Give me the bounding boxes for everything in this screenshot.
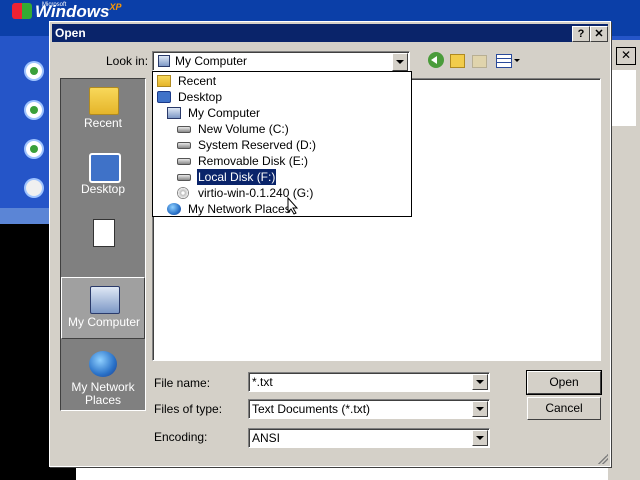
drive-icon (177, 142, 191, 149)
encoding-label: Encoding: (154, 430, 208, 444)
look-in-dropdown-arrow[interactable] (392, 53, 408, 71)
files-of-type-select[interactable]: Text Documents (*.txt) (248, 399, 490, 419)
background-window-area (76, 466, 608, 480)
open-button[interactable]: Open (526, 370, 602, 395)
file-name-label: File name: (154, 376, 211, 390)
setup-step-radio (26, 63, 42, 79)
dropdown-item-label: Recent (178, 74, 217, 88)
place-label: Recent (83, 116, 123, 130)
setup-step-radio (26, 141, 42, 157)
network-places-icon (89, 351, 117, 377)
place-label: Desktop (80, 182, 126, 196)
folder-icon (157, 75, 171, 87)
encoding-dropdown-arrow[interactable] (472, 430, 488, 446)
place-network[interactable]: My Network Places (61, 343, 145, 407)
help-button[interactable]: ? (572, 26, 590, 42)
files-of-type-label: Files of type: (154, 402, 223, 416)
my-computer-icon (90, 286, 120, 314)
dropdown-item-label: My Network Places (188, 202, 291, 216)
look-in-dropdown-list: Recent Desktop My Computer New Volume (C… (152, 71, 412, 217)
views-menu-icon[interactable] (496, 54, 512, 68)
places-bar: Recent Desktop My Computer My Network Pl… (60, 78, 146, 411)
dropdown-item-label: My Computer (188, 106, 261, 120)
desktop-icon (89, 153, 121, 183)
look-in-value: My Computer (175, 54, 248, 68)
dropdown-item-label: Local Disk (F:) (195, 168, 278, 186)
resize-grip-icon[interactable] (598, 454, 608, 464)
place-recent[interactable]: Recent (61, 79, 145, 141)
background-close-button[interactable]: ✕ (616, 47, 636, 65)
setup-step-radio (26, 180, 42, 196)
look-in-label: Look in: (106, 54, 149, 68)
close-button[interactable]: ✕ (590, 26, 608, 42)
place-label: My Network Places (71, 380, 135, 407)
computer-icon (167, 107, 181, 119)
file-name-dropdown-arrow[interactable] (472, 374, 488, 390)
files-of-type-dropdown-arrow[interactable] (472, 401, 488, 417)
dialog-titlebar[interactable]: Open ? ✕ (52, 24, 608, 42)
file-name-value: *.txt (252, 375, 273, 389)
back-icon[interactable] (428, 52, 444, 68)
files-of-type-value: Text Documents (*.txt) (252, 402, 371, 416)
views-dropdown-arrow-icon[interactable] (514, 59, 520, 62)
drive-icon (177, 174, 191, 181)
file-name-input[interactable]: *.txt (248, 372, 490, 392)
network-icon (167, 203, 181, 215)
recent-folder-icon (89, 87, 119, 115)
place-label: My Computer (67, 315, 141, 329)
open-dialog: Open ? ✕ Look in: My Computer Recent Des… (49, 21, 611, 467)
my-computer-icon (158, 55, 170, 67)
look-in-combo[interactable]: My Computer (152, 51, 410, 71)
new-folder-icon[interactable] (472, 55, 487, 68)
drive-icon (177, 126, 191, 133)
windows-flag-icon (12, 3, 32, 19)
logo-microsoft-text: Microsoft (42, 2, 67, 8)
dropdown-item-label: New Volume (C:) (198, 122, 289, 136)
desktop-icon (157, 91, 171, 103)
cancel-button[interactable]: Cancel (527, 397, 601, 420)
drive-icon (177, 158, 191, 165)
dropdown-item-label: Removable Disk (E:) (198, 154, 309, 168)
place-my-documents[interactable] (61, 211, 145, 273)
encoding-select[interactable]: ANSI (248, 428, 490, 448)
setup-step-radio (26, 102, 42, 118)
up-folder-icon[interactable] (450, 54, 465, 68)
place-desktop[interactable]: Desktop (61, 145, 145, 207)
windows-logo: Microsoft WindowsXP (12, 2, 121, 22)
encoding-value: ANSI (252, 431, 281, 445)
dialog-title: Open (55, 26, 86, 40)
my-documents-icon (93, 219, 115, 247)
cd-drive-icon (177, 187, 189, 199)
place-my-computer[interactable]: My Computer (61, 277, 145, 339)
logo-xp-text: XP (109, 2, 122, 12)
dropdown-item-label: Desktop (178, 90, 223, 104)
dropdown-item-label: System Reserved (D:) (198, 138, 317, 152)
